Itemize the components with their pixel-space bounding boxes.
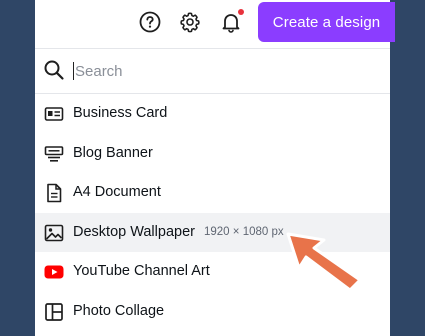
- youtube-icon: [44, 265, 64, 279]
- help-icon: [139, 11, 161, 33]
- dimensions-label: 1920 × 1080 px: [204, 226, 284, 238]
- menu-item-label: A4 Document: [73, 184, 161, 200]
- help-button[interactable]: [136, 8, 164, 36]
- blog-banner-icon: [44, 146, 64, 162]
- design-type-dropdown: Business Card Blog Banner A4 Document: [35, 48, 390, 336]
- image-icon: [44, 224, 64, 242]
- text-cursor: [73, 62, 74, 80]
- search-input[interactable]: [75, 57, 375, 85]
- document-icon: [47, 183, 62, 203]
- menu-item-label: Desktop Wallpaper: [73, 224, 195, 240]
- menu-item-label: Photo Collage: [73, 303, 165, 319]
- collage-icon: [45, 303, 63, 321]
- menu-item-a4-document[interactable]: A4 Document: [35, 173, 390, 212]
- menu-item-label: Business Card: [73, 105, 168, 121]
- menu-item-photo-collage[interactable]: Photo Collage: [35, 292, 390, 331]
- gear-icon: [180, 12, 200, 33]
- menu-item-label: Blog Banner: [73, 145, 153, 161]
- settings-button[interactable]: [176, 8, 204, 36]
- menu-item-business-card[interactable]: Business Card: [35, 94, 390, 133]
- arrow-pointer-icon: [286, 232, 362, 292]
- create-design-button[interactable]: Create a design: [258, 2, 395, 42]
- menu-item-blog-banner[interactable]: Blog Banner: [35, 134, 390, 173]
- notification-badge: [238, 9, 244, 15]
- business-card-icon: [44, 107, 64, 121]
- top-bar: Create a design: [35, 0, 395, 44]
- search-icon: [44, 60, 64, 80]
- menu-item-label: YouTube Channel Art: [73, 263, 210, 279]
- search-bar: [35, 49, 390, 94]
